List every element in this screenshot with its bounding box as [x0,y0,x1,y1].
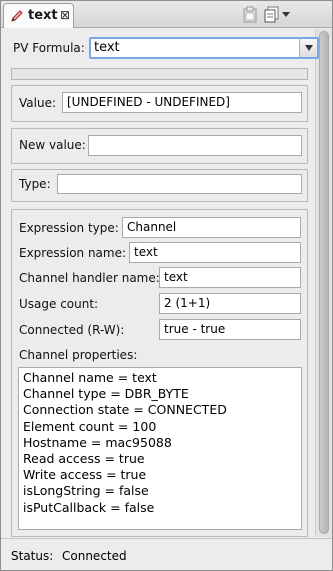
copy-icon[interactable] [264,6,280,23]
status-value: Connected [62,549,127,563]
property-line: Hostname = mac95088 [23,434,172,450]
type-field [57,174,302,194]
chevron-down-icon [305,45,313,51]
expression-name-field: text [129,242,301,263]
pv-formula-label: PV Formula: [13,41,85,55]
expression-name-label: Expression name: [19,246,127,260]
channel-properties-label: Channel properties: [19,348,138,362]
connected-label: Connected (R-W): [19,323,125,337]
expression-type-label: Expression type: [19,221,119,235]
property-line: Write access = true [23,467,147,483]
pencil-icon [11,10,23,22]
connected-field: true - true [159,319,301,340]
new-value-input[interactable] [88,135,302,156]
channel-handler-name-label: Channel handler name: [19,271,160,285]
property-line: Element count = 100 [23,418,157,434]
usage-count-label: Usage count: [19,297,99,311]
vertical-scrollbar[interactable] [315,29,332,537]
property-line: Connection state = CONNECTED [23,402,227,418]
scrollbar-thumb[interactable] [319,31,329,534]
property-line: Channel type = DBR_BYTE [23,386,189,402]
property-line: isLongString = false [23,483,149,499]
status-bar: Status: Connected [1,538,332,570]
property-line: Read access = true [23,451,145,467]
close-tab-icon[interactable]: ⊠ [60,8,70,22]
combo-dropdown-button[interactable] [299,39,317,57]
status-label: Status: [11,549,54,563]
pv-table-view: text ⊠ PV Formula: text Value: [UNDEFINE… [0,0,333,571]
channel-handler-name-field: text [159,267,301,288]
value-field: [UNDEFINED - UNDEFINED] [62,92,302,113]
property-line: isPutCallback = false [23,499,155,515]
channel-properties-text[interactable]: Channel name = text Channel type = DBR_B… [18,367,302,530]
pv-formula-combo[interactable]: text [89,37,319,59]
view-menu-icon[interactable] [282,10,290,18]
property-line: Channel name = text [23,370,157,385]
view-tab-bar: text ⊠ [1,1,332,28]
separator-bar [11,68,308,80]
usage-count-field: 2 (1+1) [159,293,301,314]
pv-formula-input[interactable]: text [94,40,120,55]
tab-title: text [28,8,58,23]
expression-type-field: Channel [122,217,301,238]
new-value-label: New value: [19,138,86,152]
clipboard-icon[interactable] [242,6,258,23]
view-tab[interactable]: text ⊠ [3,3,74,28]
type-label: Type: [19,177,51,191]
value-label: Value: [19,96,56,110]
